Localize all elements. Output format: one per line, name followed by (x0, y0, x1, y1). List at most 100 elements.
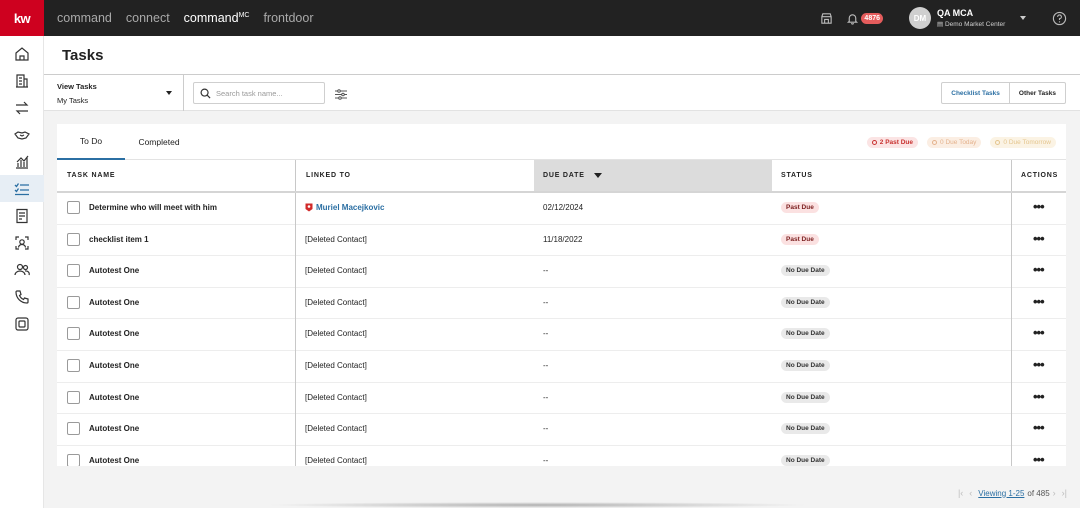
status-badge: No Due Date (781, 454, 830, 466)
sidebar-item-opportunities[interactable] (0, 121, 44, 148)
linked-contact-link[interactable]: Muriel Macejkovic (305, 203, 384, 212)
row-checkbox[interactable] (67, 201, 80, 214)
checklist-tasks-button[interactable]: Checklist Tasks (942, 83, 1010, 103)
next-page-icon[interactable]: › (1053, 488, 1056, 498)
column-task-name[interactable]: TASK NAME (57, 160, 295, 191)
other-tasks-button[interactable]: Other Tasks (1010, 83, 1065, 103)
row-checkbox[interactable] (67, 358, 80, 372)
kw-logo[interactable]: kw (0, 0, 44, 36)
filter-settings-icon[interactable] (335, 87, 347, 105)
last-page-icon[interactable]: ›| (1062, 488, 1067, 498)
table-row[interactable]: Autotest One [Deleted Contact] -- No Due… (57, 446, 1066, 466)
task-name[interactable]: checklist item 1 (89, 235, 149, 244)
row-checkbox[interactable] (67, 422, 80, 436)
linked-to: [Deleted Contact] (305, 297, 367, 307)
status-badge: No Due Date (781, 265, 830, 277)
more-actions-icon[interactable]: ••• (1033, 263, 1045, 276)
task-name[interactable]: Autotest One (89, 456, 139, 465)
task-tabs: To Do Completed 2 Past Due 0 Due Today 0… (57, 124, 1066, 160)
table-row[interactable]: Autotest One [Deleted Contact] -- No Due… (57, 383, 1066, 415)
avatar[interactable]: DM (909, 7, 931, 29)
sidebar-item-documents[interactable] (0, 202, 44, 229)
row-checkbox[interactable] (67, 453, 80, 466)
task-name[interactable]: Determine who will meet with him (89, 203, 217, 212)
user-menu[interactable]: QA MCA ▤ Demo Market Center (937, 8, 1017, 28)
view-tasks-select[interactable]: View Tasks My Tasks (44, 75, 184, 111)
sidebar-item-phone[interactable] (0, 283, 44, 310)
clock-icon (995, 140, 1001, 145)
task-name[interactable]: Autotest One (89, 298, 139, 307)
table-row[interactable]: checklist item 1 [Deleted Contact] 11/18… (57, 225, 1066, 257)
table-row[interactable]: Autotest One [Deleted Contact] -- No Due… (57, 319, 1066, 351)
more-actions-icon[interactable]: ••• (1033, 326, 1045, 339)
linked-to: [Deleted Contact] (305, 329, 367, 339)
row-checkbox[interactable] (67, 327, 80, 341)
task-name[interactable]: Autotest One (89, 393, 139, 402)
row-checkbox[interactable] (67, 295, 80, 309)
sidebar-item-transactions[interactable] (0, 94, 44, 121)
prev-page-icon[interactable]: ‹ (969, 488, 972, 498)
table-row[interactable]: Autotest One [Deleted Contact] -- No Due… (57, 414, 1066, 446)
table-row[interactable]: Autotest One [Deleted Contact] -- No Due… (57, 256, 1066, 288)
nav-frontdoor[interactable]: frontdoor (263, 11, 313, 25)
tab-to-do[interactable]: To Do (57, 124, 125, 160)
more-actions-icon[interactable]: ••• (1033, 421, 1045, 434)
table-row[interactable]: Autotest One [Deleted Contact] -- No Due… (57, 288, 1066, 320)
task-name[interactable]: Autotest One (89, 329, 139, 338)
column-due-date[interactable]: DUE DATE (534, 160, 772, 191)
sidebar-item-contacts[interactable] (0, 229, 44, 256)
clock-icon (871, 140, 877, 145)
row-checkbox[interactable] (67, 264, 80, 278)
past-due-pill[interactable]: 2 Past Due (866, 137, 919, 148)
column-linked-to[interactable]: LINKED TO (295, 160, 534, 191)
sidebar-item-listings[interactable] (0, 67, 44, 94)
tab-completed[interactable]: Completed (125, 124, 193, 160)
more-actions-icon[interactable]: ••• (1033, 200, 1045, 213)
tasks-card: To Do Completed 2 Past Due 0 Due Today 0… (57, 124, 1066, 466)
nav-connect[interactable]: connect (126, 11, 170, 25)
more-actions-icon[interactable]: ••• (1033, 453, 1045, 466)
bell-icon[interactable] (844, 10, 860, 26)
more-actions-icon[interactable]: ••• (1033, 358, 1045, 371)
nav-command[interactable]: command (57, 11, 112, 25)
marketplace-icon[interactable] (818, 10, 834, 26)
pagination: |‹ ‹ Viewing 1-25 of 485 › ›| (955, 488, 1070, 498)
more-actions-icon[interactable]: ••• (1033, 232, 1045, 245)
due-today-pill[interactable]: 0 Due Today (927, 137, 982, 148)
due-date: -- (543, 360, 549, 370)
task-name[interactable]: Autotest One (89, 266, 139, 275)
chevron-down-icon[interactable] (1020, 16, 1026, 20)
sidebar-item-gallery[interactable] (0, 310, 44, 337)
sidebar-item-home[interactable] (0, 40, 44, 67)
help-icon[interactable] (1052, 11, 1067, 26)
more-actions-icon[interactable]: ••• (1033, 390, 1045, 403)
first-page-icon[interactable]: |‹ (958, 488, 963, 498)
row-checkbox[interactable] (67, 390, 80, 404)
column-divider (1011, 193, 1012, 466)
search-input[interactable] (216, 88, 316, 98)
column-status[interactable]: STATUS (772, 160, 1011, 191)
table-row[interactable]: Determine who will meet with him Muriel … (57, 193, 1066, 225)
table-row[interactable]: Autotest One [Deleted Contact] -- No Due… (57, 351, 1066, 383)
document-icon (16, 208, 28, 223)
view-tasks-value: My Tasks (57, 96, 89, 105)
more-actions-icon[interactable]: ••• (1033, 295, 1045, 308)
status-badge: No Due Date (781, 359, 830, 371)
row-checkbox[interactable] (67, 232, 80, 246)
linked-to: [Deleted Contact] (305, 266, 367, 276)
task-name[interactable]: Autotest One (89, 361, 139, 370)
notification-badge[interactable]: 4876 (861, 12, 883, 24)
sidebar-item-people[interactable] (0, 256, 44, 283)
linked-to: [Deleted Contact] (305, 424, 367, 434)
task-name[interactable]: Autotest One (89, 424, 139, 433)
due-tomorrow-pill[interactable]: 0 Due Tomorrow (990, 137, 1056, 148)
total-count: of 485 (1027, 488, 1050, 498)
caret-down-icon (166, 91, 172, 95)
sidebar-item-insights[interactable] (0, 148, 44, 175)
sidebar-item-tasks[interactable] (0, 175, 44, 202)
people-icon (14, 263, 30, 275)
app-nav: command connect commandMC frontdoor (57, 11, 327, 25)
viewing-range[interactable]: Viewing 1-25 (978, 489, 1024, 498)
nav-command-mc[interactable]: commandMC (184, 11, 250, 25)
user-name: QA MCA (937, 8, 974, 18)
